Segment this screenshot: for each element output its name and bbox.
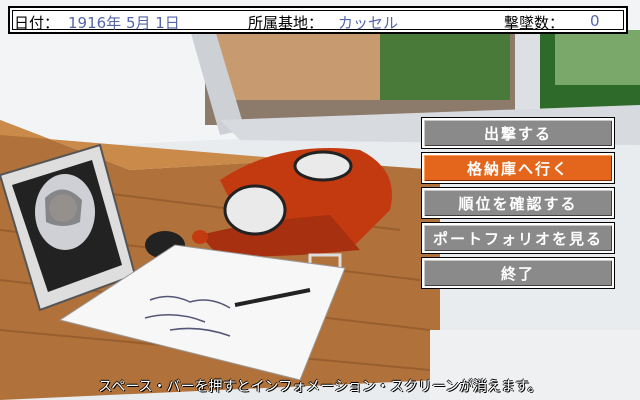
quit-button[interactable]: 終了	[421, 257, 615, 289]
main-menu: 出撃する 格納庫へ行く 順位を確認する ポートフォリオを見る 終了	[421, 117, 615, 293]
base-value: カッセル	[338, 14, 399, 32]
kills-label: 撃墜数：	[504, 14, 565, 32]
date-value: 1916年 5月 1日	[68, 14, 180, 32]
portfolio-label: ポートフォリオを見る	[432, 229, 603, 248]
quit-label: 終了	[500, 264, 535, 283]
hangar-button[interactable]: 格納庫へ行く	[421, 152, 615, 184]
kills-value: 0	[590, 12, 600, 30]
ranking-button[interactable]: 順位を確認する	[421, 187, 615, 219]
base-label: 所属基地：	[248, 14, 324, 32]
hangar-label: 格納庫へ行く	[466, 159, 569, 178]
sortie-label: 出撃する	[483, 124, 552, 143]
sortie-button[interactable]: 出撃する	[421, 117, 615, 149]
portfolio-button[interactable]: ポートフォリオを見る	[421, 222, 615, 254]
ranking-label: 順位を確認する	[458, 194, 578, 213]
date-label: 日付：	[14, 14, 60, 32]
status-message: スペース・バーを押すとインフォメーション・スクリーンが消えます。	[98, 379, 542, 395]
info-bar: 日付： 1916年 5月 1日 所属基地： カッセル 撃墜数： 0	[8, 6, 628, 34]
